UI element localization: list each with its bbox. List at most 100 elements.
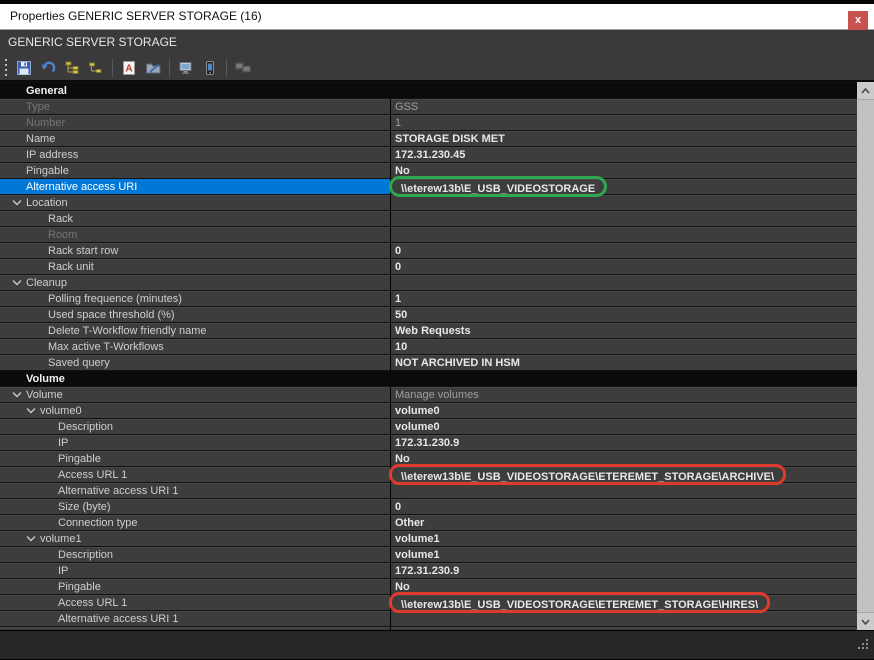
chevron-down-icon[interactable] <box>8 195 26 210</box>
property-label-cell: Number <box>0 115 390 130</box>
property-row[interactable]: Number 1 <box>0 114 857 130</box>
property-row[interactable]: volume0 volume0 <box>0 402 857 418</box>
close-button[interactable]: x <box>848 11 868 30</box>
section-header-row[interactable]: Volume <box>0 370 857 386</box>
property-value: Manage volumes <box>395 387 479 403</box>
property-row[interactable]: IP172.31.230.9 <box>0 562 857 578</box>
property-value-cell[interactable]: Manage volumes <box>390 387 857 402</box>
property-label-cell: Description <box>0 419 390 434</box>
property-value-cell[interactable]: \\eterew13b\E_USB_VIDEOSTORAGE <box>390 179 857 194</box>
property-row[interactable]: Rack unit0 <box>0 258 857 274</box>
property-label: Alternative access URI 1 <box>58 483 178 498</box>
property-value-cell[interactable]: STORAGE DISK MET <box>390 131 857 146</box>
property-label: Delete T-Workflow friendly name <box>48 323 207 338</box>
property-row[interactable]: Name STORAGE DISK MET <box>0 130 857 146</box>
property-label: Location <box>26 195 68 210</box>
property-value-cell[interactable]: Web Requests <box>390 323 857 338</box>
property-row[interactable]: Rack <box>0 210 857 226</box>
property-value-cell[interactable]: 0 <box>390 259 857 274</box>
property-value-cell[interactable]: \\eterew13b\E_USB_VIDEOSTORAGE\ETEREMET_… <box>390 467 857 482</box>
property-value-cell[interactable] <box>390 275 857 290</box>
property-value-cell[interactable]: 172.31.230.9 <box>390 435 857 450</box>
chevron-down-icon[interactable] <box>8 387 26 402</box>
property-value: 50 <box>395 307 407 323</box>
property-row[interactable]: Delete T-Workflow friendly name Web Reque… <box>0 322 857 338</box>
property-value: 10 <box>395 339 407 355</box>
property-row[interactable]: Access URL 1 \\eterew13b\E_USB_VIDEOSTORA… <box>0 594 857 610</box>
property-grid: GeneralTypeGSSNumber 1 Name STORAGE DISK ME… <box>0 82 874 630</box>
property-label: Number <box>26 115 65 130</box>
property-label: Access URL 1 <box>58 595 127 610</box>
property-value-cell[interactable]: GSS <box>390 99 857 114</box>
vertical-scrollbar[interactable] <box>857 82 874 630</box>
property-value-cell[interactable] <box>390 227 857 242</box>
edit-folder-icon[interactable] <box>141 57 165 79</box>
property-row[interactable]: Connection typeOther <box>0 514 857 530</box>
property-row[interactable]: Room <box>0 226 857 242</box>
property-label: Pingable <box>58 451 101 466</box>
chevron-down-icon[interactable] <box>22 531 40 546</box>
property-row[interactable]: TypeGSS <box>0 98 857 114</box>
property-label-cell: IP <box>0 563 390 578</box>
property-row[interactable]: Descriptionvolume1 <box>0 546 857 562</box>
property-row[interactable]: Polling frequence (minutes)1 <box>0 290 857 306</box>
property-row[interactable]: IP address172.31.230.45 <box>0 146 857 162</box>
section-header-row[interactable]: General <box>0 82 857 98</box>
property-value-cell[interactable]: 0 <box>390 499 857 514</box>
scroll-up-button[interactable] <box>857 82 874 99</box>
expand-tree-icon[interactable] <box>60 57 84 79</box>
property-row[interactable]: VolumeManage volumes <box>0 386 857 402</box>
property-row[interactable]: volume1 volume1 <box>0 530 857 546</box>
chevron-down-icon[interactable] <box>8 275 26 290</box>
mobile-device-icon[interactable] <box>198 57 222 79</box>
property-value-cell[interactable]: 1 <box>390 115 857 130</box>
property-value-cell[interactable]: volume0 <box>390 419 857 434</box>
collapse-tree-icon[interactable] <box>84 57 108 79</box>
property-label: volume0 <box>40 403 82 418</box>
property-value-cell[interactable]: 0 <box>390 243 857 258</box>
property-label-cell: Name <box>0 131 390 146</box>
property-row[interactable]: IP172.31.230.9 <box>0 434 857 450</box>
property-row[interactable]: Size (byte) 0 <box>0 498 857 514</box>
property-row[interactable]: Access URL 1\\eterew13b\E_USB_VIDEOSTORA… <box>0 466 857 482</box>
property-label: Name <box>26 131 55 146</box>
property-label-cell: volume1 <box>0 531 390 546</box>
property-label-cell: Alternative access URI 1 <box>0 611 390 626</box>
property-value-cell[interactable]: \\eterew13b\E_USB_VIDEOSTORAGE\ETEREMET_… <box>390 595 857 610</box>
save-icon[interactable] <box>12 57 36 79</box>
property-row[interactable]: Saved queryNOT ARCHIVED IN HSM <box>0 354 857 370</box>
property-value-cell[interactable]: Other <box>390 515 857 530</box>
property-value-cell[interactable]: 10 <box>390 339 857 354</box>
property-row[interactable]: Cleanup <box>0 274 857 290</box>
property-value-cell[interactable]: volume1 <box>390 547 857 562</box>
font-icon[interactable]: A <box>117 57 141 79</box>
property-row[interactable]: Rack start row0 <box>0 242 857 258</box>
chevron-down-icon[interactable] <box>22 403 40 418</box>
scrollbar-thumb[interactable] <box>857 99 874 613</box>
property-row[interactable]: Descriptionvolume0 <box>0 418 857 434</box>
toolbar-separator <box>169 59 170 77</box>
export-device-icon[interactable] <box>174 57 198 79</box>
property-value-cell[interactable]: 172.31.230.45 <box>390 147 857 162</box>
property-label: Size (byte) <box>58 499 111 514</box>
property-value-cell[interactable]: 1 <box>390 291 857 306</box>
property-label-cell: Access URL 1 <box>0 467 390 482</box>
property-value-cell[interactable]: 172.31.230.9 <box>390 563 857 578</box>
svg-text:A: A <box>125 63 132 74</box>
undo-icon[interactable] <box>36 57 60 79</box>
property-value-cell[interactable] <box>390 211 857 226</box>
property-row[interactable]: Max active T-Workflows10 <box>0 338 857 354</box>
property-label: Room <box>48 227 77 242</box>
property-value-cell[interactable]: 50 <box>390 307 857 322</box>
property-label: volume1 <box>40 531 82 546</box>
scroll-down-button[interactable] <box>857 613 874 630</box>
property-value-cell[interactable]: volume0 <box>390 403 857 418</box>
network-icon-disabled[interactable] <box>231 57 255 79</box>
resize-grip-icon[interactable] <box>858 637 869 655</box>
property-row[interactable]: Used space threshold (%)50 <box>0 306 857 322</box>
property-value-cell[interactable]: volume1 <box>390 531 857 546</box>
property-value: 0 <box>395 499 401 515</box>
property-row[interactable]: Alternative access URI\\eterew13b\E_USB_… <box>0 178 857 194</box>
property-value-cell[interactable]: NOT ARCHIVED IN HSM <box>390 355 857 370</box>
toolbar-separator <box>226 59 227 77</box>
